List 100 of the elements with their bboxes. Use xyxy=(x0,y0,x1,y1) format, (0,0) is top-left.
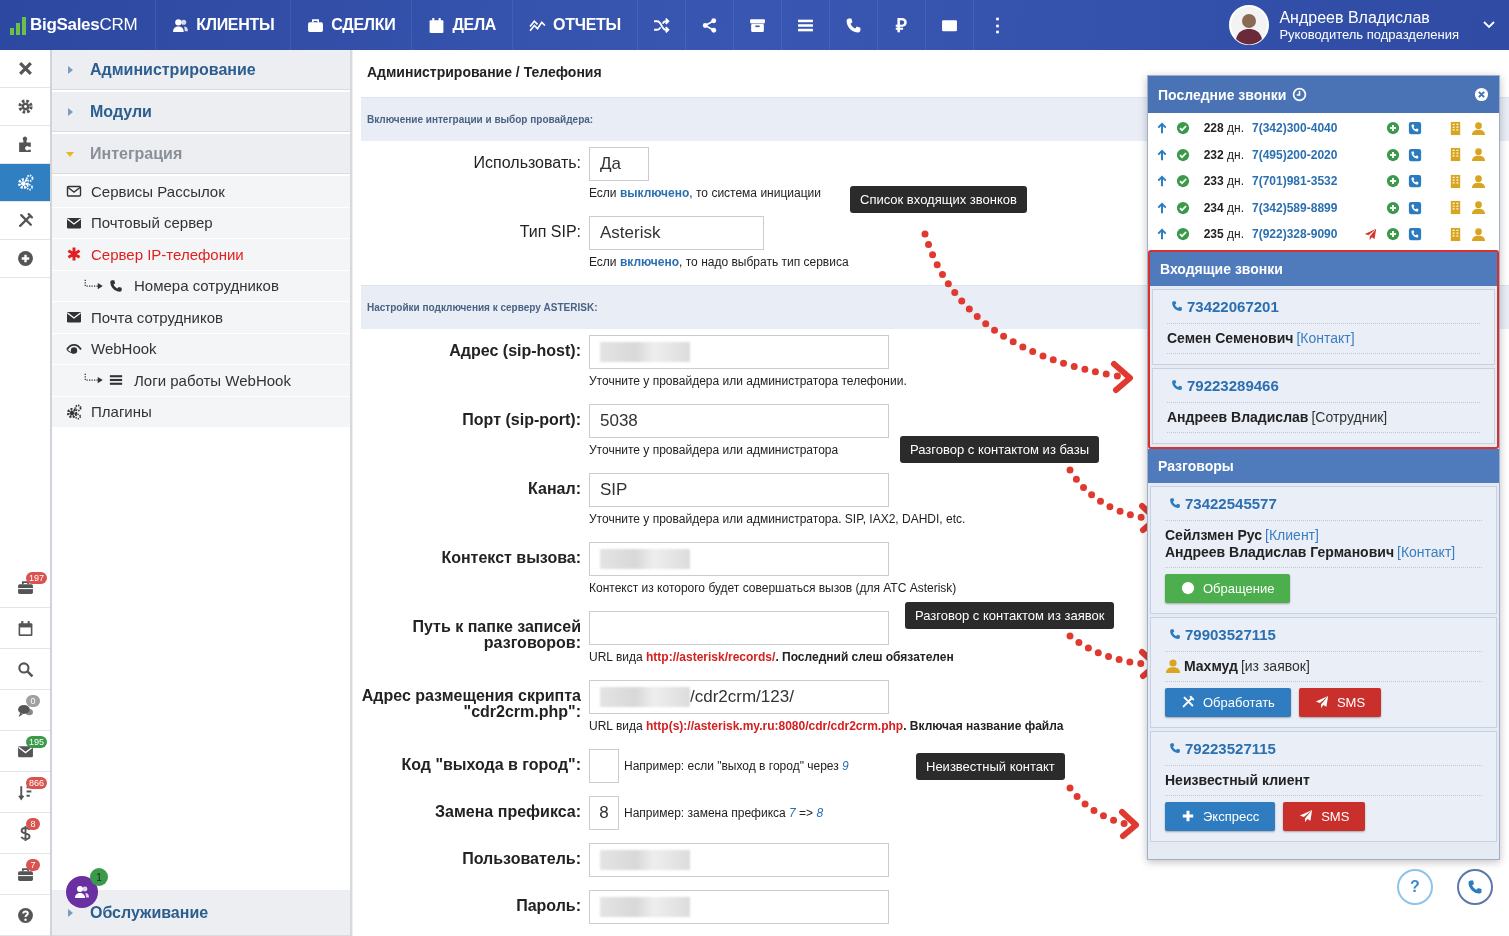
field-label: Код "выхода в город": xyxy=(400,755,582,775)
action-button[interactable]: Экспресс xyxy=(1165,801,1276,831)
action-button[interactable]: SMS xyxy=(1298,687,1382,717)
app-logo[interactable]: BigSalesCRM xyxy=(30,15,138,35)
chevron-down-icon[interactable] xyxy=(1483,21,1495,29)
input-field[interactable] xyxy=(589,335,889,369)
field-label: Адрес размещения скрипта "cdr2crm.php": xyxy=(361,686,582,722)
phone-icon xyxy=(1171,379,1183,391)
phone-link[interactable]: 7(922)328-9090 xyxy=(1252,227,1356,242)
section-header[interactable]: Обслуживание xyxy=(52,890,350,936)
phone-link[interactable]: 79223289466 xyxy=(1187,376,1279,394)
bar-chart-logo-icon xyxy=(10,15,26,35)
phone-icon xyxy=(1467,879,1483,895)
menu-item[interactable]: Номера сотрудников xyxy=(52,270,350,302)
phone-square-icon xyxy=(1408,200,1422,215)
field-label: Путь к папке записей разговоров: xyxy=(411,617,582,653)
tooltip: Неизвестный контакт xyxy=(916,753,1065,780)
phone-square-icon xyxy=(1408,147,1422,162)
input-field[interactable]: Да xyxy=(589,147,649,181)
input-field[interactable]: 8 xyxy=(589,796,619,830)
caller-name: Махмуд [из заявок] xyxy=(1165,657,1482,675)
field-label: Пользователь: xyxy=(461,849,582,869)
check-circle-icon xyxy=(1176,121,1190,136)
count-badge: 1 xyxy=(90,868,108,886)
menu-item[interactable]: WebHook xyxy=(52,333,350,365)
user-avatar[interactable] xyxy=(1229,5,1270,45)
count-badge: 866 xyxy=(26,777,48,789)
check-circle-icon xyxy=(1176,200,1190,215)
person-icon xyxy=(1471,173,1486,189)
phone-link[interactable]: 73422067201 xyxy=(1187,297,1279,315)
hint-text: URL вида http://asterisk/records/. Последний слеш обязателен xyxy=(589,650,954,664)
caller-name: Андреев Владислав [Сотрудник] xyxy=(1167,408,1389,426)
input-field[interactable]: 5038 xyxy=(589,404,889,438)
input-field[interactable]: Asterisk xyxy=(589,216,764,250)
menu-item[interactable]: Почта сотрудников xyxy=(52,302,350,334)
rail-button[interactable] xyxy=(0,164,50,202)
phone-link[interactable]: 73422545577 xyxy=(1185,494,1277,512)
gears-icon xyxy=(66,403,82,420)
action-button[interactable]: Обработать xyxy=(1165,687,1291,717)
phone-link[interactable]: 7(342)589-8899 xyxy=(1252,200,1356,215)
asterisk-icon xyxy=(66,246,82,263)
arrow-up-icon xyxy=(1156,122,1168,135)
menu-item[interactable]: Сервисы Рассылок xyxy=(52,176,350,208)
menu-item[interactable]: Почтовый сервер xyxy=(52,207,350,239)
input-field[interactable] xyxy=(589,843,889,877)
nav-menu-label: КЛИЕНТЫ xyxy=(196,16,275,34)
plus-icon xyxy=(1181,809,1195,823)
section-header[interactable]: Интеграция xyxy=(52,134,350,174)
arrow-up-icon xyxy=(1156,148,1168,161)
phone-icon xyxy=(1169,742,1181,754)
rail-button[interactable]: 197 xyxy=(0,567,50,608)
building-icon xyxy=(1448,147,1463,163)
days-ago: 235 дн. xyxy=(1202,227,1244,242)
section-header[interactable]: Администрирование xyxy=(52,50,350,90)
archive-icon xyxy=(748,16,766,34)
field-label: Канал: xyxy=(527,479,582,499)
hint-text: Если включено, то надо выбрать тип сервиса xyxy=(589,255,849,269)
menu-item[interactable]: Сервер IP-телефонии xyxy=(52,239,350,271)
list-icon xyxy=(109,373,123,388)
rail-button[interactable]: 866 xyxy=(0,772,50,813)
rail-button[interactable]: 8 xyxy=(0,813,50,854)
phone-link[interactable]: 7(701)981-3532 xyxy=(1252,174,1356,189)
briefcase-icon xyxy=(307,16,325,34)
input-field[interactable] xyxy=(589,611,889,645)
days-ago: 233 дн. xyxy=(1202,174,1244,189)
field-label: Порт (sip-port): xyxy=(461,410,582,430)
phone-link[interactable]: 7(495)200-2020 xyxy=(1252,147,1356,162)
puzzle-icon xyxy=(16,136,34,153)
envelope-outline-icon xyxy=(66,183,82,200)
clock-icon xyxy=(1292,87,1308,102)
tooltip: Список входящих звонков xyxy=(850,186,1027,213)
input-field[interactable]: /cdr2crm/123/ xyxy=(589,680,889,714)
rail-button[interactable]: 195 xyxy=(0,731,50,772)
phone-icon xyxy=(109,278,123,293)
arrow-up-icon xyxy=(1156,175,1168,188)
plane-icon xyxy=(1299,809,1314,823)
action-button[interactable]: SMS xyxy=(1283,801,1366,831)
action-button[interactable]: Обращение xyxy=(1165,573,1291,603)
calendar-icon xyxy=(428,16,446,34)
phone-link[interactable]: 7(342)300-4040 xyxy=(1252,121,1356,136)
phone-square-icon xyxy=(1408,121,1422,136)
menu-item[interactable]: Плагины xyxy=(52,396,350,428)
rail-button[interactable]: 7 xyxy=(0,854,50,895)
input-field[interactable]: SIP xyxy=(589,473,889,507)
input-field[interactable] xyxy=(589,542,889,576)
caller-name: Семен Семенович [Контакт] xyxy=(1167,329,1356,347)
count-badge: 195 xyxy=(26,736,48,748)
input-field[interactable] xyxy=(589,749,619,783)
input-field[interactable] xyxy=(589,890,889,924)
phone-square-icon xyxy=(1408,174,1422,189)
users-icon xyxy=(172,16,190,34)
menu-item[interactable]: Логи работы WebHook xyxy=(52,365,350,397)
caret-icon xyxy=(66,149,74,158)
phone-link[interactable]: 79903527115 xyxy=(1185,625,1276,643)
users-icon xyxy=(74,884,90,900)
phone-link[interactable]: 79223527115 xyxy=(1185,739,1276,757)
check-circle-icon xyxy=(1176,227,1190,242)
section-header[interactable]: Модули xyxy=(52,92,350,132)
person-icon xyxy=(1165,658,1181,674)
gears-icon xyxy=(16,174,34,191)
